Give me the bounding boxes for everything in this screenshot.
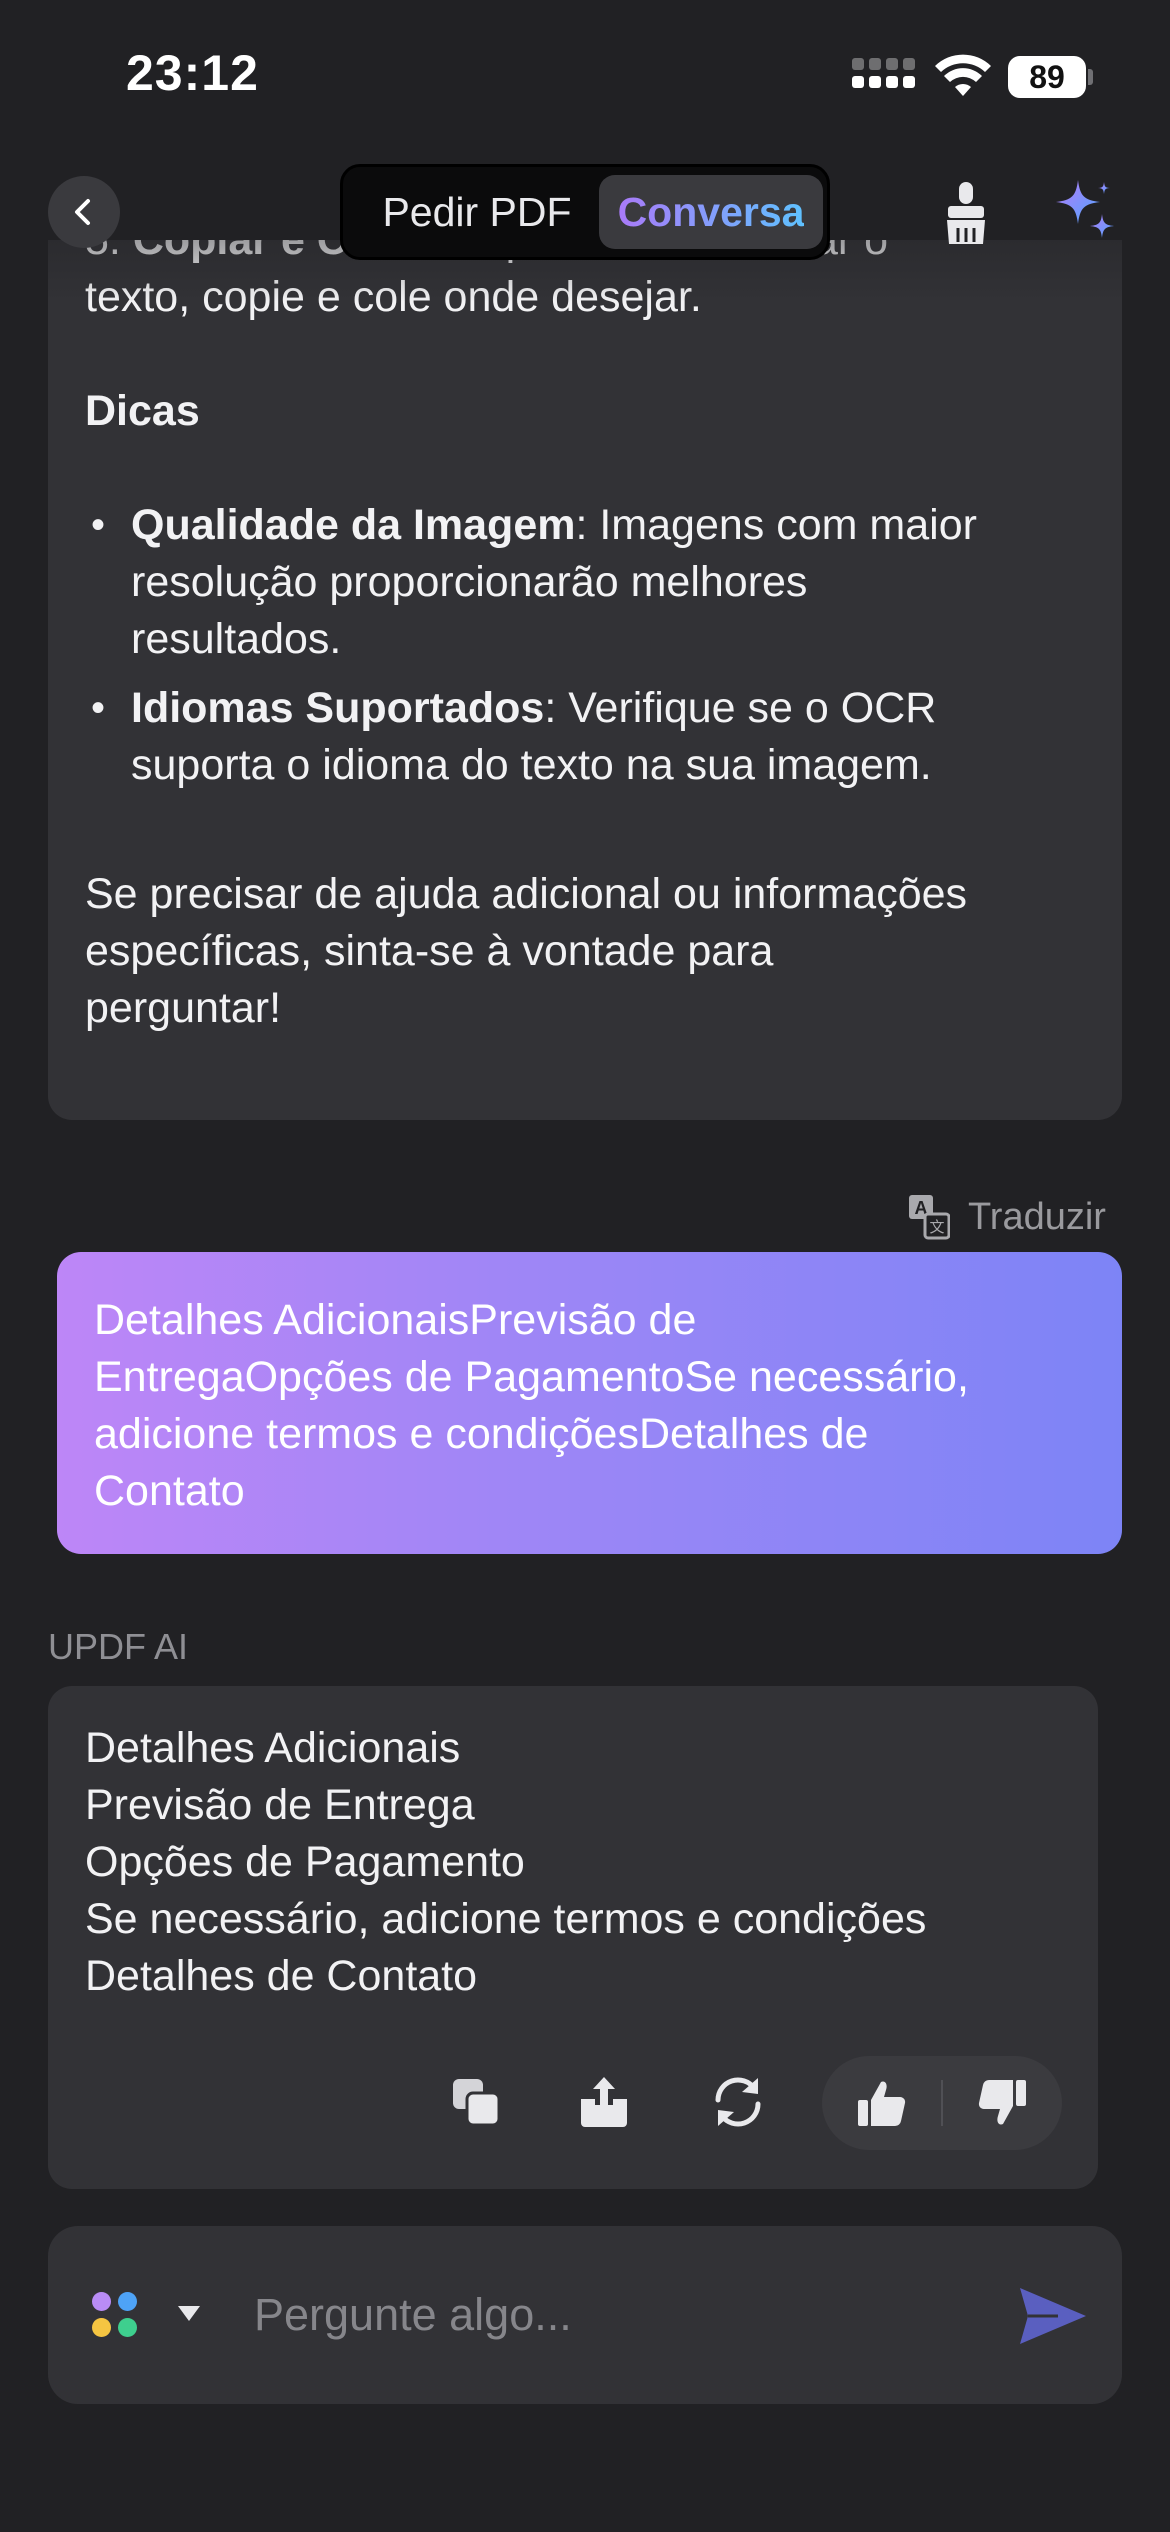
user-message-bubble: Detalhes AdicionaisPrevisão de EntregaOp… — [57, 1252, 1122, 1554]
prompt-input[interactable] — [254, 2270, 1014, 2360]
tips-heading: Dicas — [85, 387, 200, 435]
feedback-pill — [822, 2056, 1062, 2150]
closing-line: Se precisar de ajuda adicional ou inform… — [85, 870, 968, 918]
translate-label: Traduzir — [968, 1195, 1106, 1238]
battery-icon: 89 — [1008, 56, 1093, 98]
assistant-message-line: Detalhes Adicionais — [85, 1724, 461, 1772]
model-dot — [92, 2318, 111, 2337]
assistant-message-line: Se necessário, adicione termos e condiçõ… — [85, 1895, 927, 1943]
assistant-message-previous: 5. Copiar e Colar: Depois de selecionar … — [48, 240, 1122, 1120]
assistant-name-label: UPDF AI — [48, 1626, 189, 1667]
closing-line: específicas, sinta-se à vontade para — [85, 927, 774, 975]
bullet-2-rest: : Verifique se o OCR — [544, 684, 937, 732]
bullet-1-rest: : Imagens com maior — [575, 501, 977, 549]
user-message-line: Detalhes AdicionaisPrevisão de — [94, 1296, 697, 1344]
translate-button[interactable]: A 文 Traduzir — [908, 1192, 1106, 1242]
thumbs-up-button[interactable] — [852, 2073, 912, 2133]
tab-conversa[interactable]: Conversa — [599, 175, 823, 249]
assistant-message-line: Opções de Pagamento — [85, 1838, 525, 1886]
back-button[interactable] — [48, 176, 120, 248]
thumbs-down-button[interactable] — [972, 2073, 1032, 2133]
thumbs-up-icon — [858, 2081, 906, 2127]
bullet-1-bold: Qualidade da Imagem — [131, 501, 576, 549]
model-dot — [92, 2292, 111, 2311]
copy-button[interactable] — [446, 2072, 506, 2132]
clear-chat-broom-icon[interactable] — [938, 178, 994, 248]
model-dot — [118, 2318, 137, 2337]
closing-line: perguntar! — [85, 984, 282, 1032]
bullet-dot-icon: • — [91, 686, 106, 730]
chevron-left-icon — [75, 199, 90, 225]
user-message-line: Contato — [94, 1467, 245, 1515]
model-dot — [118, 2292, 137, 2311]
bullet-2-continuation: suporta o idioma do texto na sua imagem. — [131, 741, 932, 789]
cellular-signal-icon — [852, 58, 916, 98]
mode-segmented-control: Pedir PDF Conversa — [340, 164, 830, 260]
share-button[interactable] — [574, 2072, 634, 2132]
assistant-message-line: Detalhes de Contato — [85, 1952, 478, 2000]
bullet-2-bold: Idiomas Suportados — [131, 684, 545, 732]
share-icon — [581, 2077, 627, 2127]
tab-conversa-label: Conversa — [617, 189, 805, 235]
user-message-line: adicione termos e condiçõesDetalhes de — [94, 1410, 869, 1458]
copy-icon — [453, 2079, 501, 2127]
user-message-line: EntregaOpções de PagamentoSe necessário, — [94, 1353, 969, 1401]
bullet-dot-icon: • — [91, 503, 106, 547]
model-selector-icon[interactable] — [92, 2292, 138, 2338]
bullet-1-continuation: resultados. — [131, 615, 342, 663]
tab-pedir-pdf[interactable]: Pedir PDF — [357, 167, 597, 257]
caret-down-icon[interactable] — [178, 2306, 200, 2321]
wifi-icon — [935, 54, 991, 96]
regenerate-button[interactable] — [708, 2072, 768, 2132]
assistant-message-card: Detalhes Adicionais Previsão de Entrega … — [48, 1686, 1098, 2189]
message-line: texto, copie e cole onde desejar. — [85, 273, 702, 321]
ai-sparkle-icon[interactable] — [1052, 176, 1118, 248]
thumbs-down-icon — [978, 2079, 1026, 2125]
battery-level: 89 — [1029, 59, 1065, 95]
bullet-1-continuation: resolução proporcionarão melhores — [131, 558, 808, 606]
status-bar: 23:12 89 — [0, 0, 1170, 150]
bullet-item-2: Idiomas Suportados: Verifique se o OCR — [131, 680, 936, 737]
chat-input-bar — [48, 2226, 1122, 2404]
chat-screen: 23:12 89 5. Copiar e Colar: Depois de se… — [0, 0, 1170, 2532]
feedback-divider — [941, 2080, 943, 2126]
assistant-message-line: Previsão de Entrega — [85, 1781, 475, 1829]
refresh-icon — [715, 2077, 761, 2127]
translate-icon: A 文 — [909, 1195, 950, 1240]
send-icon[interactable] — [1014, 2278, 1090, 2354]
svg-text:文: 文 — [929, 1218, 944, 1236]
bullet-item-1: Qualidade da Imagem: Imagens com maior — [131, 497, 977, 554]
status-time: 23:12 — [126, 45, 259, 101]
